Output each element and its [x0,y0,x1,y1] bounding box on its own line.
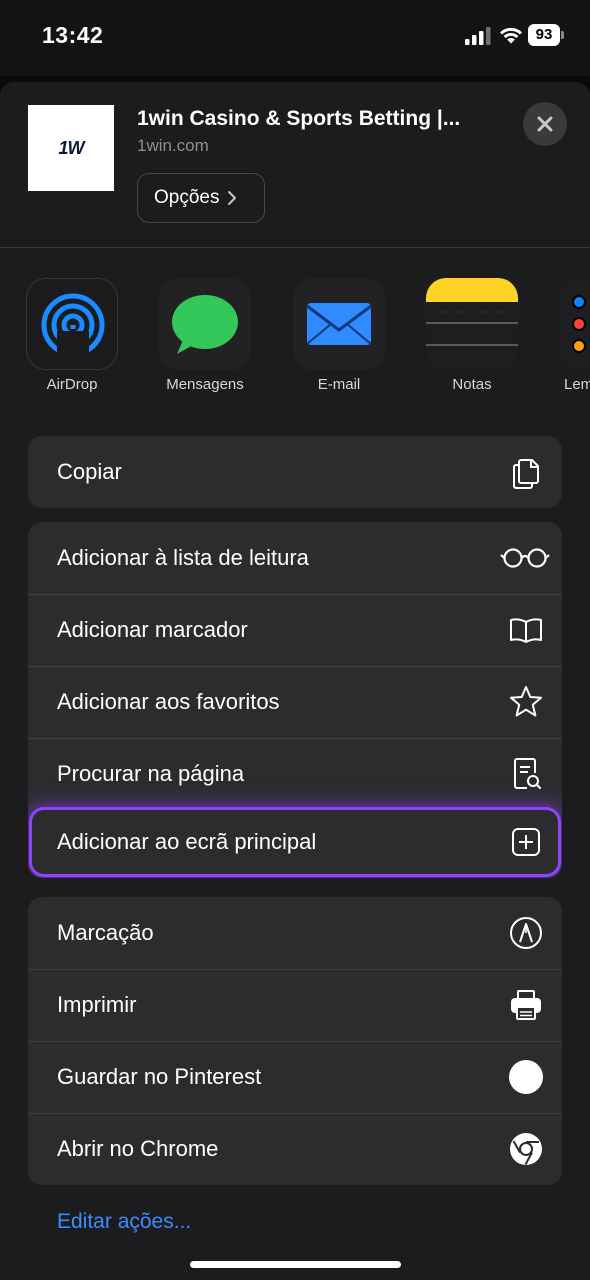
action-label: Guardar no Pinterest [57,1064,262,1089]
action-label: Adicionar à lista de leitura [57,545,309,570]
options-button[interactable]: Opções [137,173,265,223]
home-indicator[interactable] [190,1261,401,1268]
markup-icon [510,917,542,949]
site-logo: 1W [58,137,85,158]
mail-icon [293,278,385,370]
wifi-icon [500,27,522,44]
find-on-page-action[interactable]: Procurar na página [28,738,562,810]
action-label: Adicionar ao ecrã principal [57,829,317,854]
actions-group-extensions: Marcação Imprimir Guardar no Pinterest A… [28,897,562,1185]
chrome-icon [510,1133,542,1165]
action-label: Adicionar marcador [57,617,248,642]
app-reminders[interactable]: Lembretes [560,278,590,393]
printer-icon [511,990,541,1020]
clock: 13:42 [42,22,104,48]
app-label: Lembretes [564,376,590,393]
share-header: 1W 1win Casino & Sports Betting |... 1wi… [0,82,590,248]
action-label: Marcação [57,920,154,945]
app-email[interactable]: E-mail [293,278,385,393]
app-airdrop[interactable]: AirDrop [26,278,118,393]
battery-level: 93 [528,24,560,46]
plus-square-icon [512,828,540,856]
add-reading-list-action[interactable]: Adicionar à lista de leitura [28,522,562,594]
status-bar: 13:42 93 [0,0,590,76]
notes-icon [426,278,518,370]
battery-cap [561,31,564,39]
add-bookmark-action[interactable]: Adicionar marcador [28,594,562,666]
print-action[interactable]: Imprimir [28,969,562,1041]
app-messages[interactable]: Mensagens [159,278,251,393]
markup-action[interactable]: Marcação [28,897,562,969]
glasses-icon [500,548,550,568]
copy-action[interactable]: Copiar [28,436,562,508]
close-icon [537,116,553,132]
find-in-page-icon [514,758,542,790]
reminders-icon [560,278,590,370]
app-label: E-mail [317,376,361,393]
battery-indicator: 93 [528,24,564,46]
open-chrome-action[interactable]: Abrir no Chrome [28,1113,562,1185]
actions-group-page: Adicionar à lista de leitura Adicionar m… [28,522,562,878]
airdrop-icon [26,278,118,370]
action-label: Adicionar aos favoritos [57,689,280,714]
page-title: 1win Casino & Sports Betting |... [137,107,461,130]
save-pinterest-action[interactable]: Guardar no Pinterest [28,1041,562,1113]
cellular-signal-icon [465,27,491,45]
action-label: Procurar na página [57,761,245,786]
app-notes[interactable]: Notas [426,278,518,393]
edit-actions-link[interactable]: Editar ações... [57,1210,191,1234]
book-icon [510,618,542,643]
pinterest-icon [509,1060,543,1094]
action-label: Abrir no Chrome [57,1136,219,1161]
share-sheet: 1W 1win Casino & Sports Betting |... 1wi… [0,82,590,1280]
share-apps-row: AirDrop Mensagens E-mail Notas Lem [0,278,590,398]
add-favorites-action[interactable]: Adicionar aos favoritos [28,666,562,738]
app-label: Notas [452,376,492,393]
messages-icon [159,278,251,370]
copy-icon [513,459,539,489]
add-to-home-screen-action[interactable]: Adicionar ao ecrã principal [32,810,558,874]
action-label: Copiar [57,459,122,484]
page-url: 1win.com [137,136,209,155]
options-label: Opções [154,187,220,208]
site-thumbnail: 1W [28,105,114,191]
app-label: AirDrop [46,376,98,393]
close-button[interactable] [523,102,567,146]
star-icon [510,686,542,717]
chevron-right-icon [228,191,237,205]
actions-group-copy: Copiar [28,436,562,508]
action-label: Imprimir [57,992,137,1017]
app-label: Mensagens [166,376,244,393]
